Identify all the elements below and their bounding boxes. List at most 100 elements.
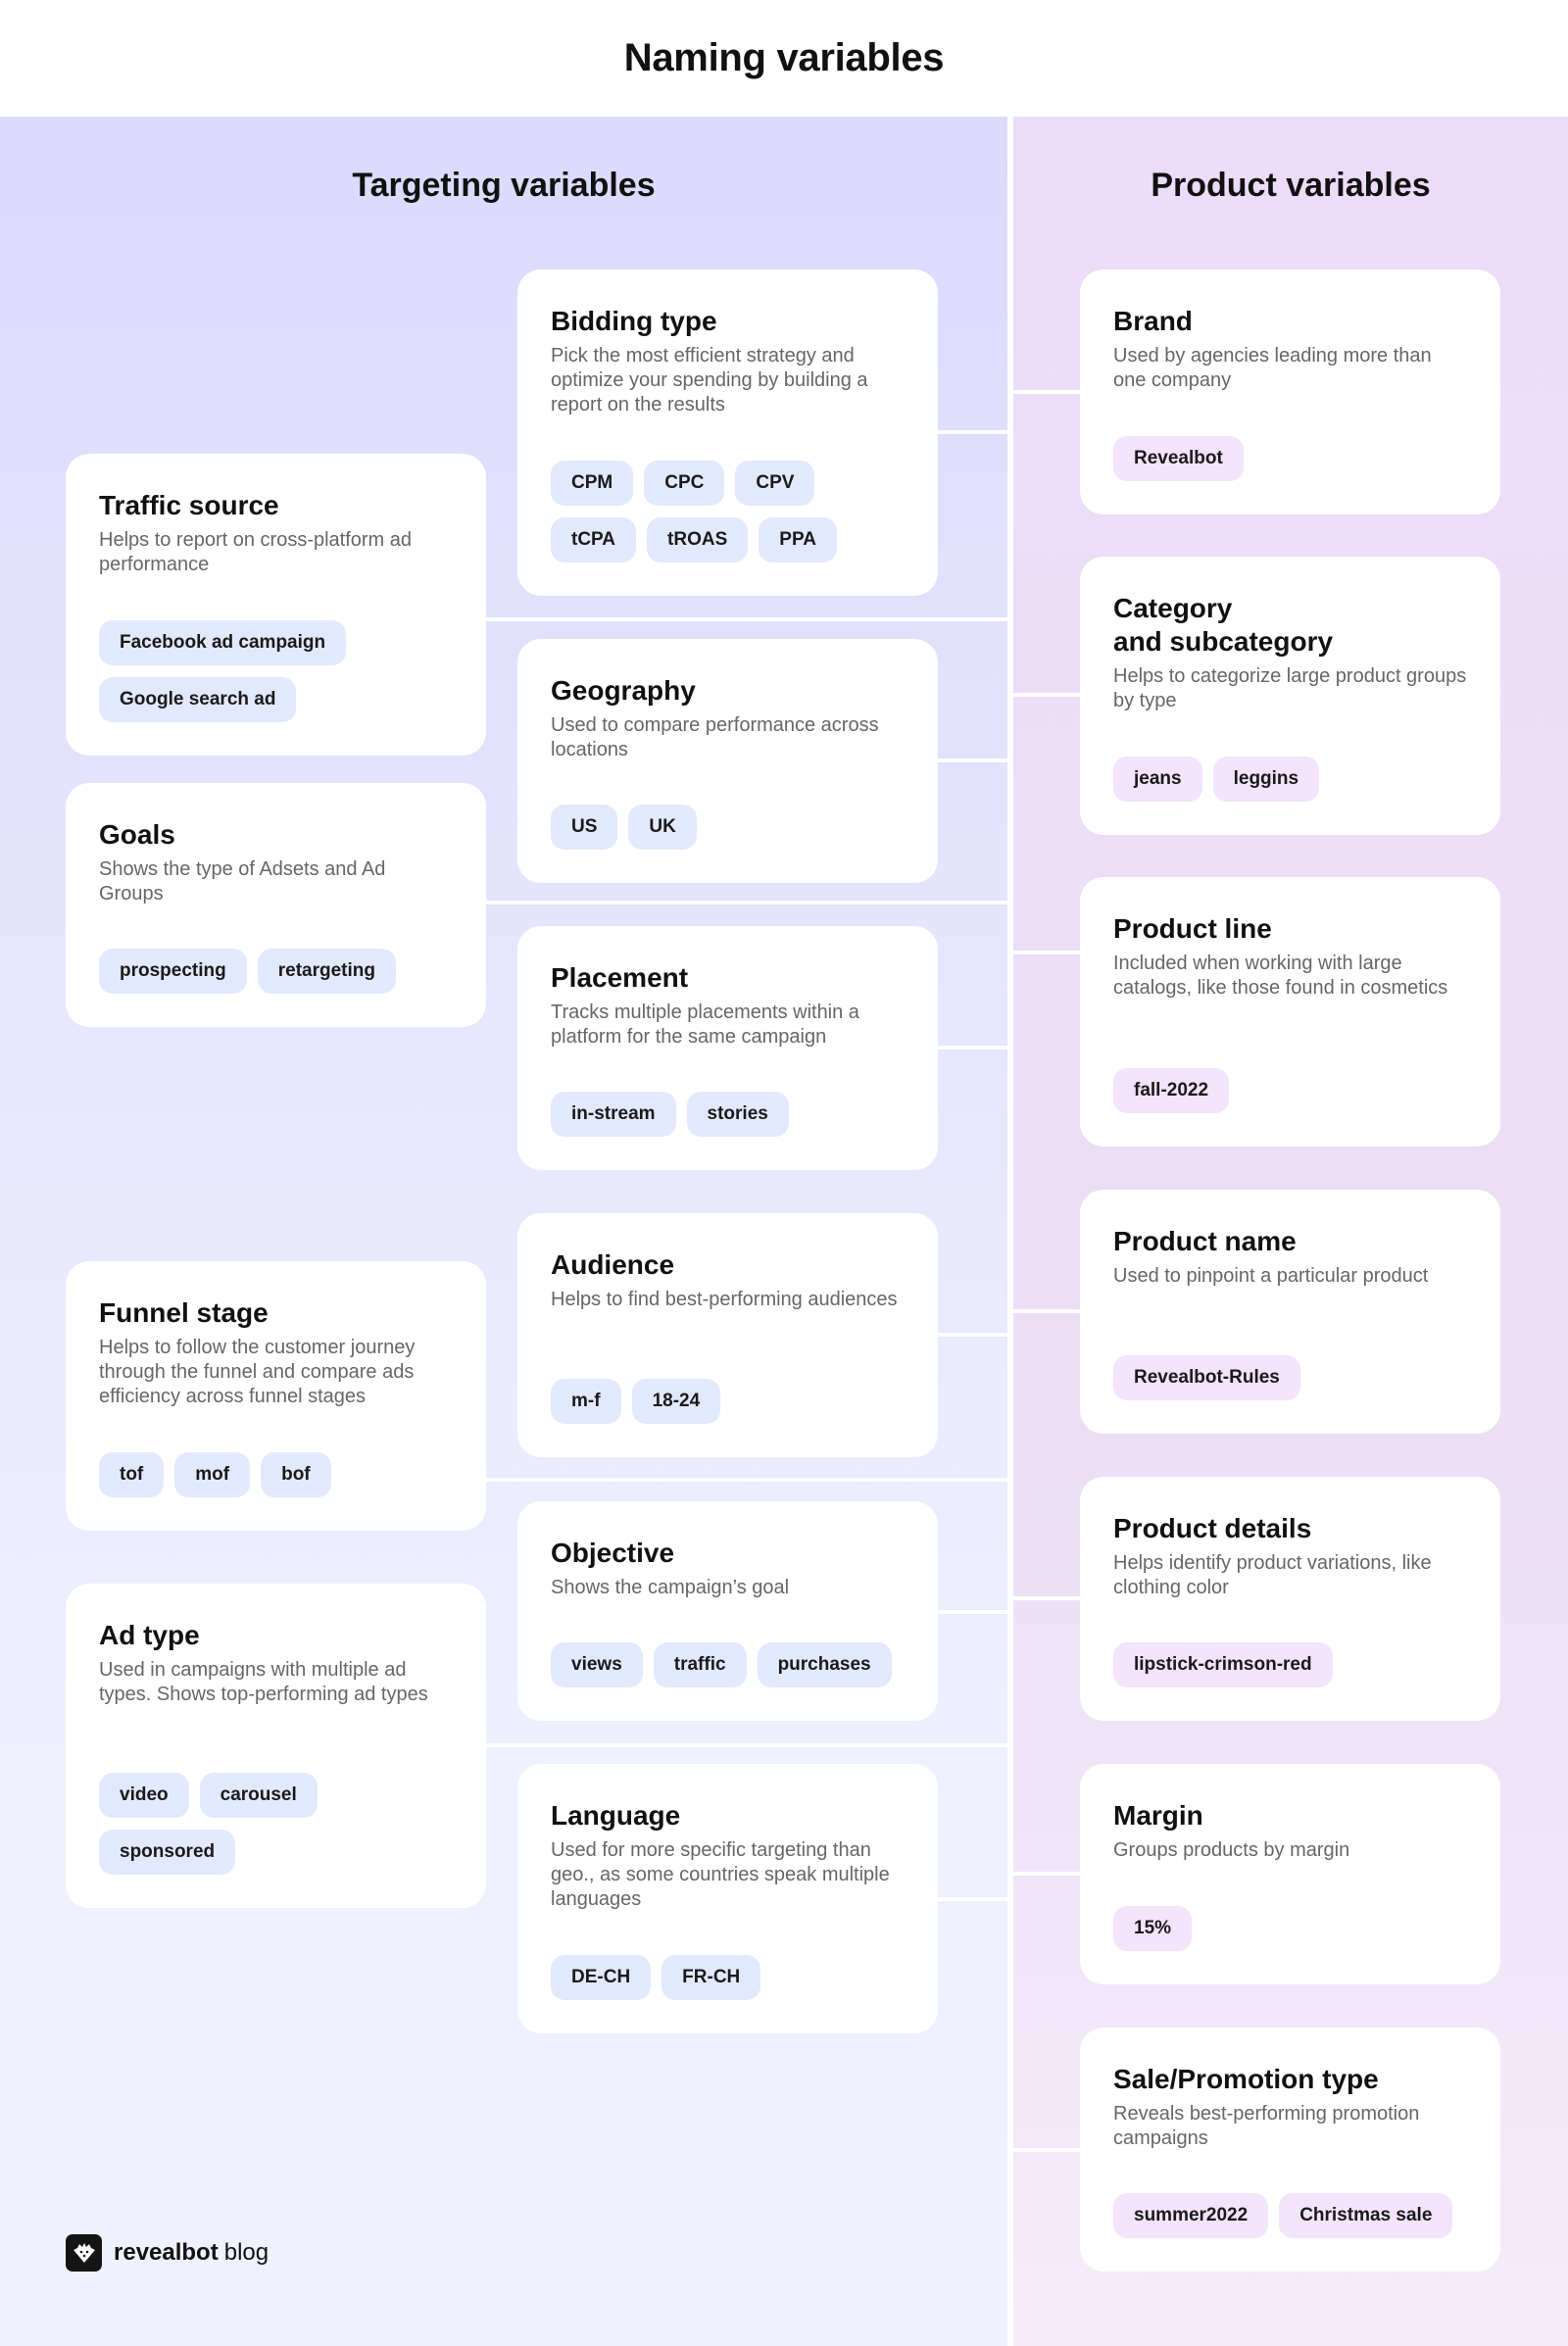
variable-card-product-line: Product line Included when working with l… bbox=[1080, 877, 1500, 1147]
connector-line bbox=[938, 1046, 1007, 1050]
example-tag: retargeting bbox=[257, 949, 396, 994]
card-description: Shows the campaign’s goal bbox=[551, 1577, 790, 1598]
variable-card-product-details: Product details Helps identify product va… bbox=[1080, 1477, 1500, 1721]
variable-card-brand: Brand Used by agencies leading more than … bbox=[1080, 269, 1500, 514]
variable-card-geography: Geography Used to compare performance acr… bbox=[517, 639, 938, 883]
tag-list: in-stream stories bbox=[551, 1092, 905, 1137]
card-description: Shows the type of Adsets and Ad Groups bbox=[99, 858, 386, 904]
example-tag: carousel bbox=[199, 1773, 318, 1818]
product-title: Product variables bbox=[1151, 167, 1431, 204]
example-tag: tof bbox=[99, 1452, 165, 1497]
logo-brand: revealbot bbox=[114, 2239, 219, 2266]
example-tag: UK bbox=[628, 805, 697, 850]
variable-card-margin: Margin Groups products by margin 15% bbox=[1080, 1764, 1500, 1984]
example-tag: in-stream bbox=[551, 1092, 676, 1137]
tag-list: views traffic purchases bbox=[551, 1642, 905, 1687]
variable-card-language: Language Used for more specific targeting… bbox=[517, 1764, 938, 2033]
connector-line bbox=[486, 1743, 1007, 1747]
example-tag: purchases bbox=[757, 1642, 892, 1687]
connector-line bbox=[938, 758, 1007, 762]
tag-list: Revealbot bbox=[1113, 436, 1467, 481]
variable-card-goals: Goals Shows the type of Adsets and Ad Gro… bbox=[66, 783, 486, 1027]
card-description: Used for more specific targeting than ge… bbox=[551, 1839, 890, 1910]
tag-list: m-f 18-24 bbox=[551, 1379, 905, 1424]
tag-list: fall-2022 bbox=[1113, 1068, 1467, 1113]
card-description: Included when working with large catalog… bbox=[1113, 953, 1448, 999]
card-description: Helps to follow the customer journey thr… bbox=[99, 1337, 416, 1407]
example-tag: DE-CH bbox=[551, 1955, 652, 2000]
example-tag: prospecting bbox=[99, 949, 247, 994]
card-title: Margin bbox=[1113, 1800, 1203, 1831]
example-tag: FR-CH bbox=[662, 1955, 761, 2000]
example-tag: video bbox=[99, 1773, 189, 1818]
tag-list: Revealbot-Rules bbox=[1113, 1355, 1467, 1400]
card-title: Product details bbox=[1113, 1513, 1312, 1543]
example-tag: lipstick-crimson-red bbox=[1113, 1642, 1333, 1687]
card-title: Traffic source bbox=[99, 490, 279, 520]
card-description: Helps identify product variations, like … bbox=[1113, 1552, 1432, 1598]
example-tag: CPM bbox=[551, 461, 634, 506]
tag-list: video carousel sponsored bbox=[99, 1773, 453, 1875]
card-title: Bidding type bbox=[551, 306, 717, 336]
tag-list: CPM CPC CPV tCPA tROAS PPA bbox=[551, 461, 905, 562]
variable-card-audience: Audience Helps to find best-performing au… bbox=[517, 1213, 938, 1457]
connector-line bbox=[486, 617, 1007, 621]
variable-card-funnel-stage: Funnel stage Helps to follow the customer… bbox=[66, 1261, 486, 1531]
example-tag: Revealbot bbox=[1113, 436, 1244, 481]
example-tag: traffic bbox=[653, 1642, 747, 1687]
card-title: Language bbox=[551, 1800, 681, 1831]
variable-card-traffic-source: Traffic source Helps to report on cross-p… bbox=[66, 454, 486, 756]
card-description: Groups products by margin bbox=[1113, 1839, 1350, 1861]
card-description: Used in campaigns with multiple ad types… bbox=[99, 1659, 428, 1705]
card-description: Tracks multiple placements within a plat… bbox=[551, 1002, 859, 1048]
example-tag: US bbox=[551, 805, 618, 850]
example-tag: summer2022 bbox=[1113, 2193, 1269, 2238]
card-title: Product name bbox=[1113, 1226, 1297, 1256]
card-description: Helps to report on cross-platform ad per… bbox=[99, 529, 413, 575]
card-title: Geography bbox=[551, 675, 696, 706]
example-tag: 18-24 bbox=[631, 1379, 721, 1424]
connector-line bbox=[938, 430, 1007, 434]
card-title: Category and subcategory bbox=[1113, 593, 1334, 657]
revealbot-logo: revealbot blog bbox=[66, 2234, 269, 2272]
example-tag: tROAS bbox=[647, 517, 749, 562]
example-tag: leggins bbox=[1212, 757, 1320, 802]
variable-card-ad-type: Ad type Used in campaigns with multiple a… bbox=[66, 1584, 486, 1908]
connector-line bbox=[1013, 1872, 1080, 1876]
logo-suffix: blog bbox=[223, 2239, 270, 2266]
connector-line bbox=[1013, 693, 1080, 697]
card-title: Sale/Promotion type bbox=[1113, 2064, 1379, 2094]
variable-card-category-and-subcategory: Category and subcategory Helps to categor… bbox=[1080, 557, 1500, 835]
card-title: Goals bbox=[99, 819, 175, 850]
tag-list: DE-CH FR-CH bbox=[551, 1955, 905, 2000]
header: Naming variables bbox=[0, 0, 1568, 117]
example-tag: tCPA bbox=[551, 517, 637, 562]
example-tag: fall-2022 bbox=[1113, 1068, 1230, 1113]
targeting-title: Targeting variables bbox=[352, 167, 656, 204]
example-tag: CPV bbox=[735, 461, 815, 506]
card-description: Helps to find best-performing audiences bbox=[551, 1289, 898, 1310]
page-title: Naming variables bbox=[623, 36, 945, 79]
tag-list: summer2022 Christmas sale bbox=[1113, 2193, 1467, 2238]
connector-line bbox=[938, 1610, 1007, 1614]
card-description: Used to compare performance across locat… bbox=[551, 714, 879, 760]
revealbot-logo-icon bbox=[66, 2234, 102, 2272]
connector-line bbox=[486, 1478, 1007, 1482]
example-tag: mof bbox=[174, 1452, 251, 1497]
example-tag: Christmas sale bbox=[1279, 2193, 1453, 2238]
tag-list: jeans leggins bbox=[1113, 757, 1467, 802]
tag-list: lipstick-crimson-red bbox=[1113, 1642, 1467, 1687]
variable-card-bidding-type: Bidding type Pick the most efficient stra… bbox=[517, 269, 938, 596]
connector-line bbox=[938, 1333, 1007, 1337]
card-description: Pick the most efficient strategy and opt… bbox=[551, 345, 868, 415]
connector-line bbox=[1013, 951, 1080, 954]
example-tag: PPA bbox=[759, 517, 837, 562]
example-tag: Google search ad bbox=[99, 677, 297, 722]
card-title: Product line bbox=[1113, 913, 1272, 944]
tag-list: US UK bbox=[551, 805, 905, 850]
connector-line bbox=[938, 1897, 1007, 1901]
connector-line bbox=[1013, 390, 1080, 394]
card-description: Reveals best-performing promotion campai… bbox=[1113, 2103, 1420, 2149]
variable-card-placement: Placement Tracks multiple placements with… bbox=[517, 926, 938, 1170]
example-tag: Facebook ad campaign bbox=[99, 620, 347, 665]
